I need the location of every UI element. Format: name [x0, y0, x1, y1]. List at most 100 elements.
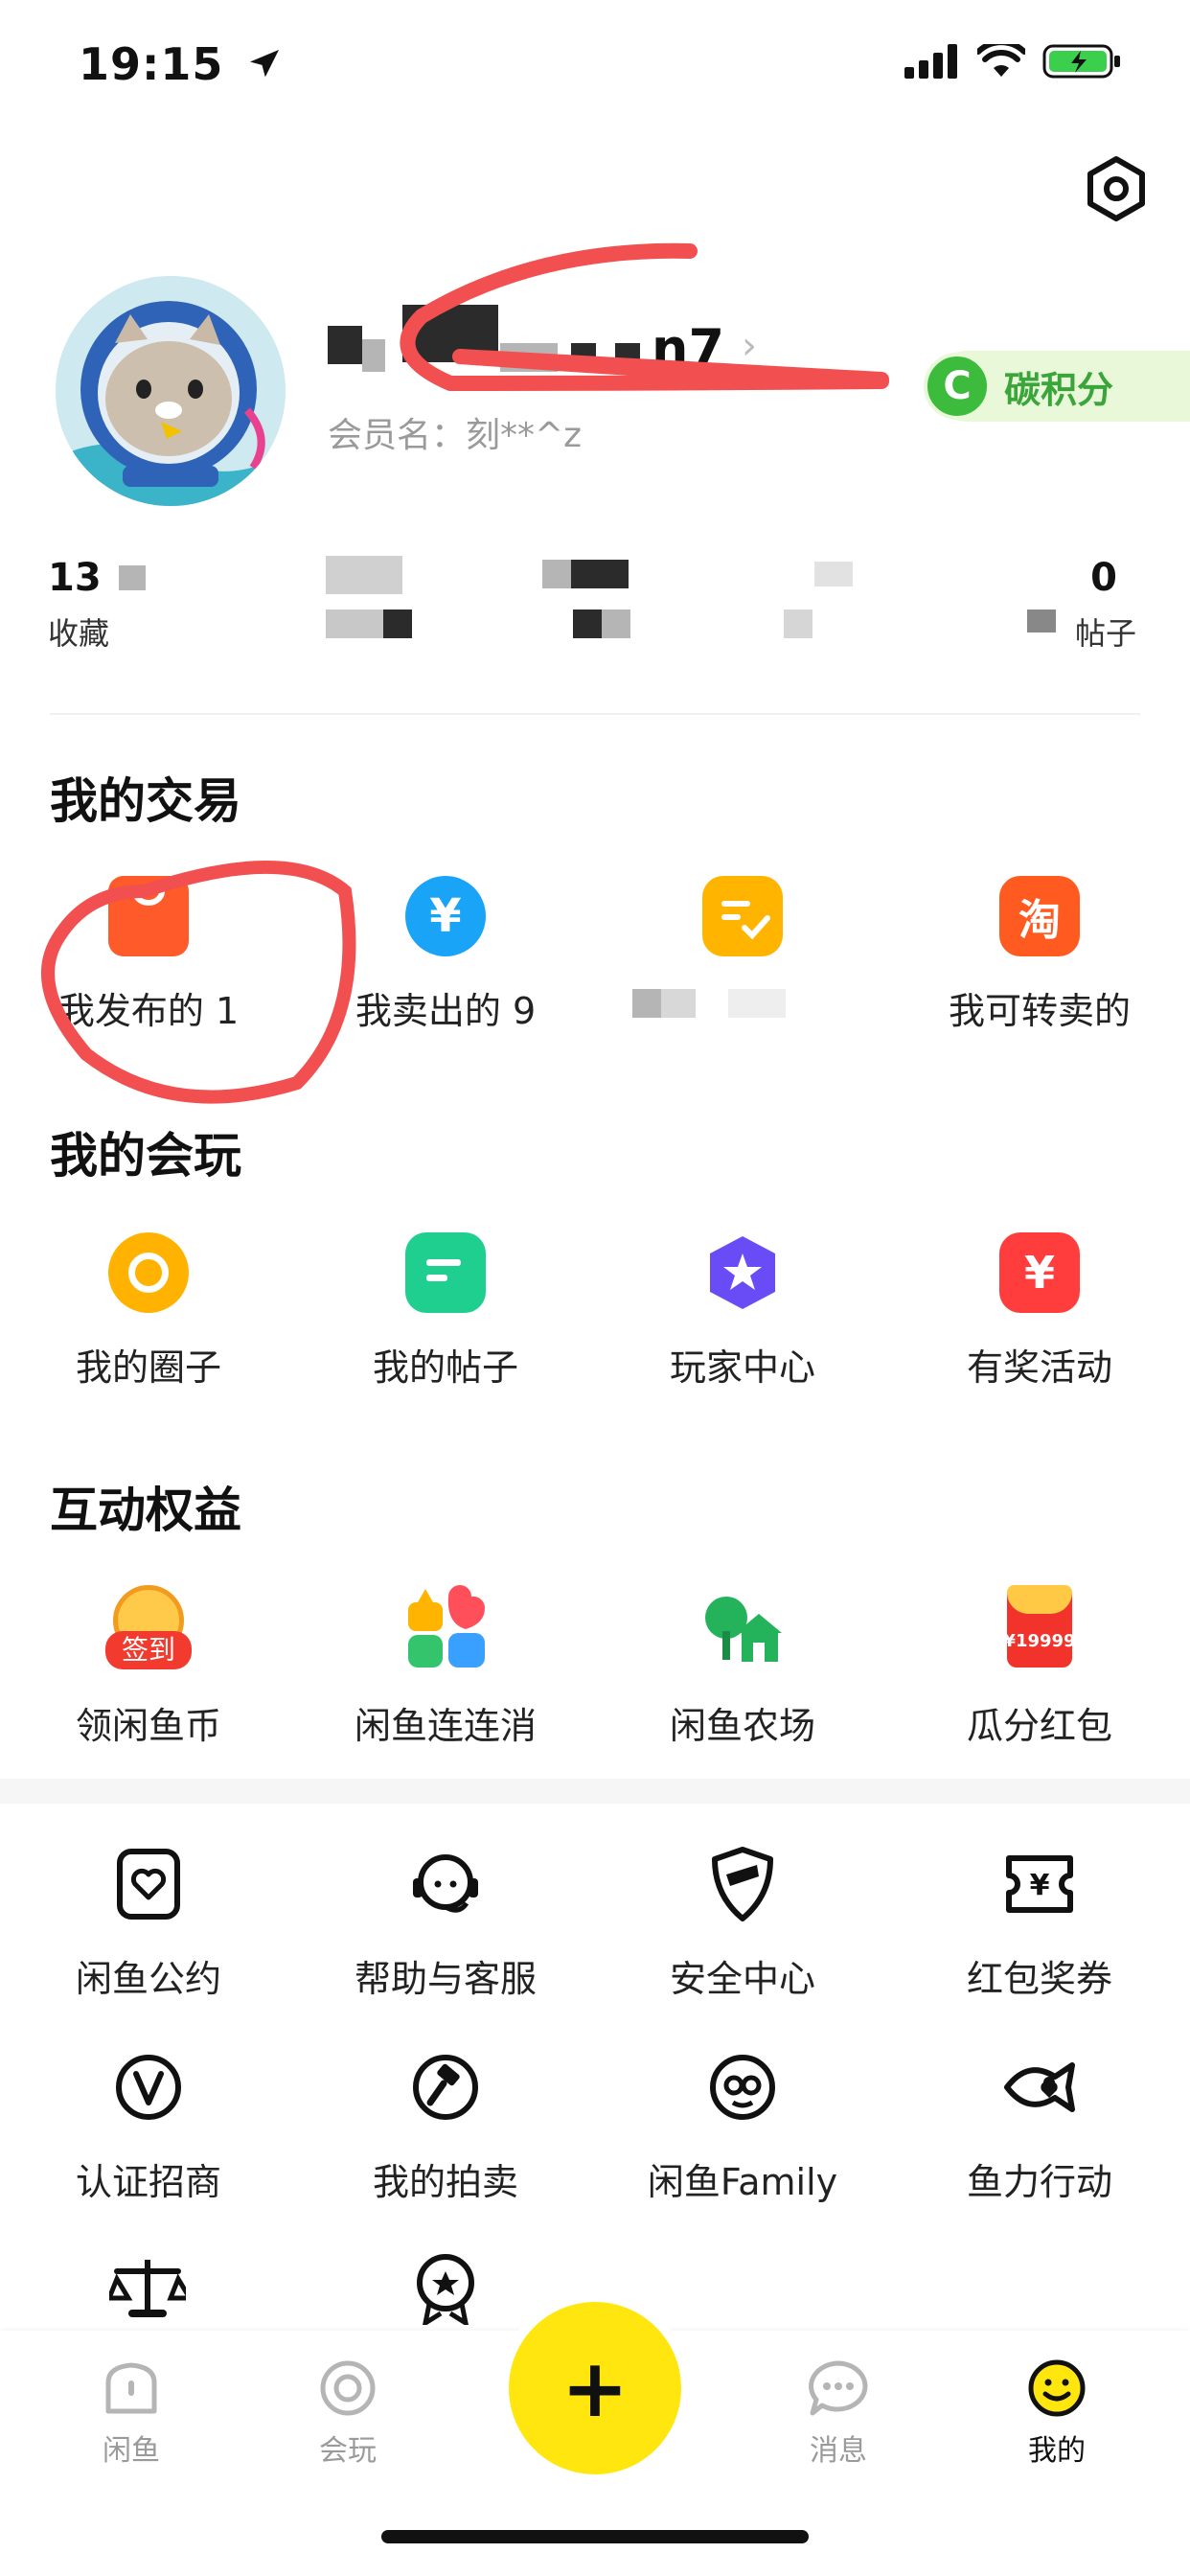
- carbon-c-icon: C: [924, 353, 991, 420]
- benefit-item-coins[interactable]: 签到 领闲鱼币: [0, 1585, 297, 1749]
- service-item-family[interactable]: 闲鱼Family: [594, 2047, 891, 2205]
- stat-item[interactable]: [767, 556, 920, 642]
- status-time-text: 19:15: [79, 38, 224, 90]
- farm-icon: [699, 1585, 786, 1671]
- stat-favorites[interactable]: 13 收藏: [48, 556, 201, 654]
- service-item-coupons[interactable]: ¥ 红包奖券: [891, 1844, 1188, 2002]
- play-item-label: 我的圈子: [75, 1346, 221, 1389]
- red-envelope-amount: ¥19999: [1003, 1631, 1076, 1651]
- trade-item-bought[interactable]: [594, 876, 891, 1024]
- play-item-label: 有奖活动: [966, 1346, 1112, 1389]
- redaction-block: [326, 556, 402, 594]
- benefit-item-label: 闲鱼农场: [669, 1705, 815, 1747]
- home-indicator: [381, 2530, 809, 2543]
- stat-number: [537, 556, 690, 604]
- carbon-points-badge[interactable]: C 碳积分: [924, 351, 1190, 422]
- taobao-icon: 淘: [999, 876, 1080, 956]
- benefit-item-label: 领闲鱼币: [75, 1705, 221, 1747]
- stat-number: [767, 556, 920, 604]
- trade-item-resell[interactable]: 淘 我可转卖的: [891, 876, 1188, 1034]
- benefit-item-farm[interactable]: 闲鱼农场: [594, 1585, 891, 1749]
- redaction-block: [728, 989, 786, 1018]
- service-item-label: 红包奖券: [966, 1958, 1112, 2000]
- yen-circle-icon: ¥: [405, 876, 486, 956]
- stat-label: [326, 610, 479, 642]
- trade-item-published[interactable]: 我发布的 1: [0, 876, 297, 1034]
- redaction-block: [402, 305, 498, 362]
- scale-icon[interactable]: [105, 2254, 195, 2327]
- service-item-help[interactable]: 帮助与客服: [297, 1844, 594, 2002]
- stat-item[interactable]: [326, 556, 479, 642]
- trade-item-label: 我可转卖的: [948, 990, 1131, 1032]
- divider: [50, 713, 1140, 715]
- redaction-block: [615, 343, 640, 366]
- redaction-block: [500, 343, 558, 372]
- service-item-certified[interactable]: 认证招商: [0, 2047, 297, 2205]
- post-icon: [405, 1232, 486, 1313]
- member-name: 会员名：刻**^z: [328, 416, 583, 455]
- play-item-player-center[interactable]: 玩家中心: [594, 1232, 891, 1391]
- redaction-block: [571, 343, 596, 366]
- play-item-posts[interactable]: 我的帖子: [297, 1232, 594, 1391]
- carbon-points-label: 碳积分: [1004, 368, 1114, 411]
- svg-text:¥: ¥: [1030, 1869, 1050, 1902]
- service-item-label: 安全中心: [669, 1958, 815, 2000]
- tab-xianyu[interactable]: 闲鱼: [59, 2359, 203, 2469]
- stat-label: 帖子: [993, 610, 1146, 654]
- auction-hammer-icon: [405, 2047, 486, 2128]
- tab-label: 我的: [1028, 2434, 1086, 2468]
- prize-icon: ¥: [999, 1232, 1080, 1313]
- award-ribbon-icon[interactable]: [412, 2252, 479, 2329]
- stat-label: 收藏: [48, 615, 110, 652]
- redaction-block: [362, 339, 385, 372]
- tab-messages[interactable]: 消息: [767, 2359, 910, 2469]
- tab-mine[interactable]: 我的: [985, 2359, 1129, 2469]
- stat-item[interactable]: [537, 556, 690, 642]
- stat-posts[interactable]: 0 帖子: [993, 556, 1146, 654]
- service-item-label: 闲鱼公约: [75, 1958, 221, 2000]
- service-item-auction[interactable]: 我的拍卖: [297, 2047, 594, 2205]
- stat-number-text: 13: [48, 556, 102, 600]
- benefit-item-label: 瓜分红包: [966, 1705, 1112, 1747]
- message-bubble-icon: [809, 2360, 868, 2416]
- plus-icon: +: [561, 2341, 629, 2435]
- username-visible-text: n7: [652, 318, 725, 379]
- benefit-item-red-packet[interactable]: ¥19999 瓜分红包: [891, 1585, 1188, 1749]
- stat-number: 13: [48, 556, 201, 604]
- checkin-badge: 签到: [105, 1631, 192, 1669]
- avatar[interactable]: [56, 276, 286, 506]
- settings-button[interactable]: [1081, 153, 1152, 224]
- stat-label: [537, 610, 690, 642]
- publish-button[interactable]: +: [509, 2302, 681, 2474]
- play-item-prize-events[interactable]: ¥ 有奖活动: [891, 1232, 1188, 1391]
- tab-huiwan[interactable]: 会玩: [276, 2359, 420, 2469]
- status-time: 19:15: [79, 38, 284, 90]
- shield-icon: [702, 1844, 783, 1924]
- benefit-item-match-game[interactable]: 闲鱼连连消: [297, 1585, 594, 1749]
- service-item-label: 闲鱼Family: [647, 2161, 838, 2203]
- play-item-label: 玩家中心: [669, 1346, 815, 1389]
- avatar-astronaut-cat-icon: [56, 276, 286, 506]
- trade-item-label-redacted: [594, 981, 891, 1024]
- redaction-block: [542, 560, 571, 588]
- service-item-fish-action[interactable]: 鱼力行动: [891, 2047, 1188, 2205]
- redaction-block: [1027, 610, 1056, 632]
- location-arrow-icon: [250, 50, 280, 78]
- username[interactable]: n7 ›: [328, 305, 768, 391]
- stat-number: 0: [1090, 556, 1117, 600]
- settings-gear-icon: [1087, 156, 1145, 221]
- mine-smiley-icon: [1028, 2359, 1086, 2417]
- chevron-right-icon: ›: [742, 324, 757, 368]
- redaction-block: [661, 989, 696, 1018]
- section-title-play: 我的会玩: [50, 1128, 241, 1184]
- verified-v-icon: [108, 2047, 189, 2128]
- redaction-block: [602, 610, 630, 638]
- service-item-security[interactable]: 安全中心: [594, 1844, 891, 2002]
- headset-icon: [405, 1844, 486, 1924]
- red-envelope-icon: ¥19999: [1001, 1585, 1078, 1671]
- tab-label: 会玩: [319, 2434, 377, 2468]
- trade-item-sold[interactable]: ¥ 我卖出的 9: [297, 876, 594, 1034]
- play-item-circles[interactable]: 我的圈子: [0, 1232, 297, 1391]
- service-item-convention[interactable]: 闲鱼公约: [0, 1844, 297, 2002]
- service-item-label: 认证招商: [75, 2161, 221, 2203]
